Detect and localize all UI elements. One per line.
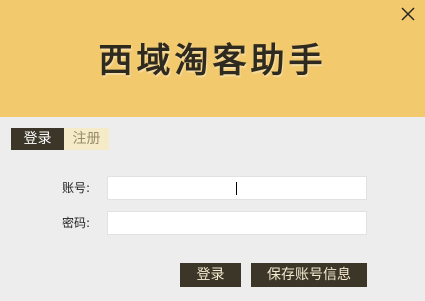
app-title: 西域淘客助手 bbox=[98, 41, 327, 81]
password-label: 密码: bbox=[62, 216, 91, 230]
close-button[interactable] bbox=[398, 5, 418, 25]
login-button[interactable]: 登录 bbox=[180, 263, 241, 287]
header: 西域淘客助手 bbox=[0, 0, 425, 117]
password-input[interactable] bbox=[107, 211, 367, 235]
account-label: 账号: bbox=[62, 181, 91, 195]
text-caret bbox=[236, 182, 237, 195]
close-icon bbox=[401, 7, 415, 21]
save-account-button[interactable]: 保存账号信息 bbox=[251, 263, 367, 287]
tab-login[interactable]: 登录 bbox=[11, 128, 64, 150]
account-input[interactable] bbox=[107, 176, 367, 200]
tab-bar: 登录 注册 bbox=[11, 128, 109, 150]
tab-register[interactable]: 注册 bbox=[64, 128, 109, 150]
